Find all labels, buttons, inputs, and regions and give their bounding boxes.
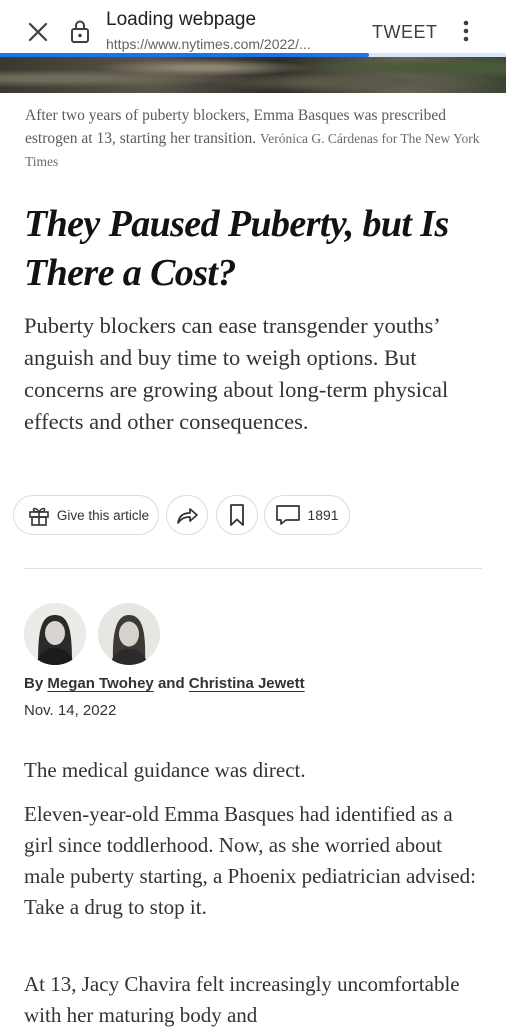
page-title: Loading webpage: [106, 9, 257, 30]
hero-image: [0, 57, 506, 93]
tweet-button[interactable]: TWEET: [372, 22, 438, 43]
author-avatar-megan-twohey[interactable]: [24, 603, 86, 665]
author-avatar-christina-jewett[interactable]: [98, 603, 160, 665]
save-button[interactable]: [216, 495, 258, 535]
close-button[interactable]: [24, 18, 52, 46]
bookmark-icon: [230, 504, 244, 526]
author-link-megan-twohey[interactable]: Megan Twohey: [47, 675, 153, 692]
article-headline: They Paused Puberty, but Is There a Cost…: [24, 203, 449, 294]
body-paragraph-3: At 13, Jacy Chavira felt increasingly un…: [24, 972, 460, 1027]
photo-caption: After two years of puberty blockers, Emm…: [25, 104, 485, 173]
comments-count: 1891: [307, 507, 339, 523]
share-button[interactable]: [166, 495, 208, 535]
give-article-label: Give this article: [56, 507, 150, 523]
comment-icon: [276, 505, 301, 525]
author-link-christina-jewett[interactable]: Christina Jewett: [189, 675, 305, 692]
section-divider: [24, 568, 482, 569]
close-icon: [28, 22, 48, 42]
byline-prefix: By: [24, 675, 44, 692]
gift-icon: [29, 507, 49, 526]
browser-top-bar: Loading webpage https://www.nytimes.com/…: [0, 0, 506, 57]
body-paragraph-1: The medical guidance was direct.: [24, 758, 306, 782]
loading-progress-bar: [0, 53, 506, 57]
byline-conjunction: and: [157, 675, 185, 692]
body-paragraph-2: Eleven-year-old Emma Basques had identif…: [24, 802, 476, 919]
byline: By Megan Twohey and Christina Jewett: [24, 675, 484, 692]
loading-progress-fill: [0, 53, 370, 57]
publish-date: Nov. 14, 2022: [24, 702, 117, 719]
more-options-button[interactable]: [456, 18, 476, 44]
more-vertical-icon: [463, 20, 469, 42]
share-icon: [177, 508, 198, 524]
lock-icon[interactable]: [68, 18, 92, 44]
give-article-button[interactable]: Give this article: [13, 495, 159, 535]
url-text[interactable]: https://www.nytimes.com/2022/...: [106, 36, 356, 52]
article-summary: Puberty blockers can ease transgender yo…: [24, 313, 449, 434]
comments-button[interactable]: 1891: [264, 495, 350, 535]
